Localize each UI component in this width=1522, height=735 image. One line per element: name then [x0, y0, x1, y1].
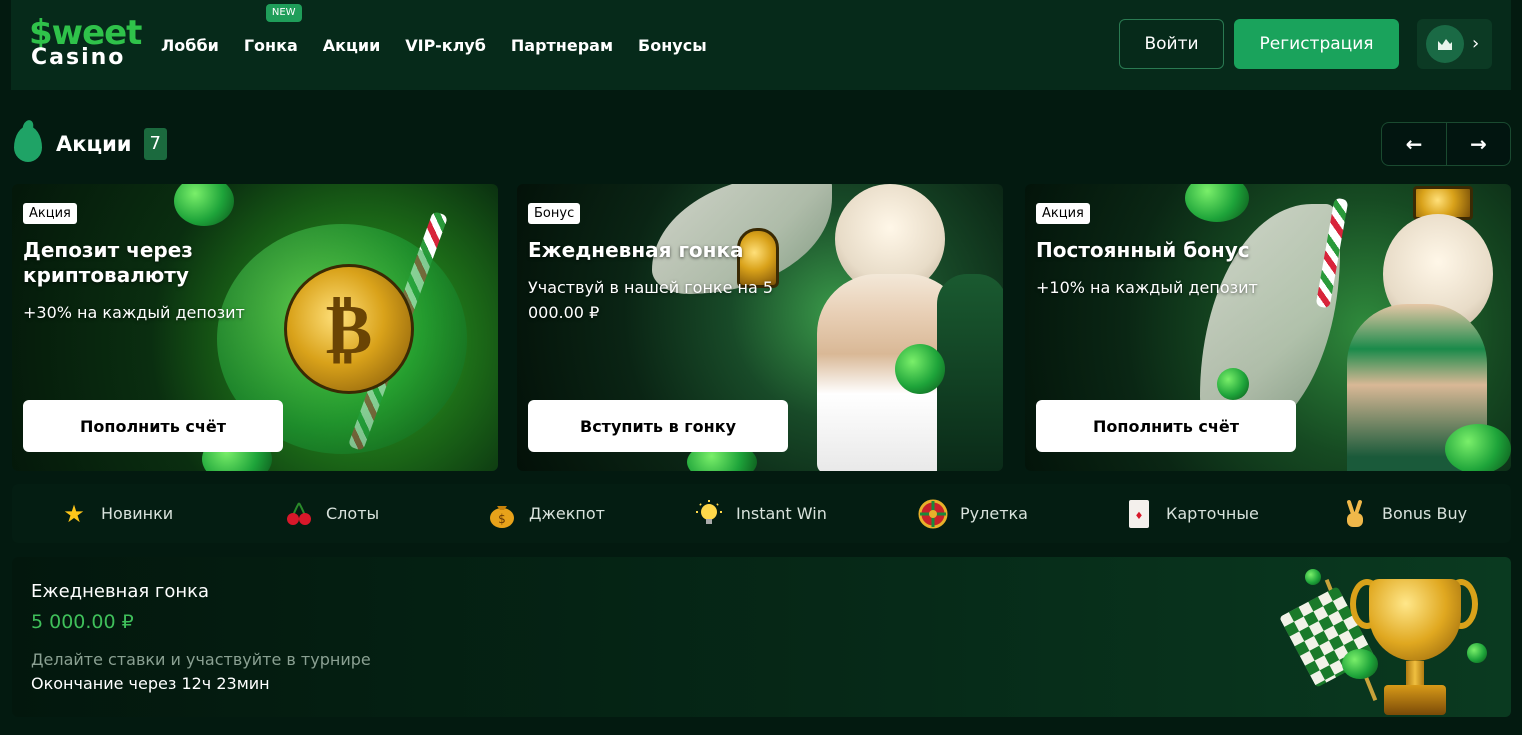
- lightbulb-icon: [694, 499, 724, 529]
- promo-description: Участвуй в нашей гонке на 5 000.00 ₽: [528, 278, 774, 322]
- playing-card-icon: ♦: [1124, 499, 1154, 529]
- chevron-right-icon: ›: [1472, 33, 1480, 54]
- category-label: Джекпот: [529, 504, 605, 523]
- category-bonus-buy[interactable]: Bonus Buy: [1340, 484, 1467, 543]
- promo-description: +10% на каждый депозит: [1036, 278, 1258, 297]
- category-new[interactable]: ★ Новинки: [59, 484, 173, 543]
- chart-icon: [1426, 25, 1464, 63]
- prev-arrow-button[interactable]: ←: [1382, 123, 1446, 165]
- trophy-icon: [1369, 579, 1461, 661]
- nav-lobby[interactable]: Лобби: [161, 36, 219, 55]
- game-categories-bar: ★ Новинки Слоты $ Джекпот Instant Win Ру…: [12, 484, 1511, 543]
- nav-partners[interactable]: Партнерам: [511, 36, 613, 55]
- category-card-games[interactable]: ♦ Карточные: [1124, 484, 1259, 543]
- carousel-controls: ← →: [1381, 122, 1511, 166]
- site-header: $weet Casino Лобби NEW Гонка Акции VIP-к…: [11, 0, 1511, 90]
- promo-title: Ежедневная гонка: [528, 238, 744, 262]
- join-race-button[interactable]: Вступить в гонку: [528, 400, 788, 452]
- nav-bonuses[interactable]: Бонусы: [638, 36, 707, 55]
- victory-hand-icon: [1340, 499, 1370, 529]
- category-label: Новинки: [101, 504, 174, 523]
- new-badge: NEW: [265, 3, 302, 22]
- trophy-stem: [1406, 661, 1424, 687]
- logo[interactable]: $weet Casino: [29, 14, 142, 70]
- ornament-ball-image: [1445, 424, 1511, 471]
- green-robe-image: [937, 274, 1003, 471]
- main-nav: Лобби NEW Гонка Акции VIP-клуб Партнерам…: [161, 0, 732, 90]
- race-title: Ежедневная гонка: [31, 581, 210, 602]
- promo-tag: Акция: [23, 203, 77, 224]
- category-label: Слоты: [326, 504, 380, 523]
- category-instant-win[interactable]: Instant Win: [694, 484, 827, 543]
- race-countdown: Окончание через 12ч 23мин: [31, 674, 270, 693]
- green-chip-image: [1467, 643, 1487, 663]
- promo-card-daily-race[interactable]: Бонус Ежедневная гонка Участвуй в нашей …: [517, 184, 1003, 471]
- race-subtitle: Делайте ставки и участвуйте в турнире: [31, 650, 371, 669]
- nav-vip-club[interactable]: VIP-клуб: [405, 36, 486, 55]
- money-bag-icon: $: [487, 499, 517, 529]
- login-button[interactable]: Войти: [1119, 19, 1224, 69]
- promo-title: Постоянный бонус: [1036, 238, 1250, 262]
- promo-tag: Акция: [1036, 203, 1090, 224]
- green-chip-image: [1185, 184, 1249, 222]
- category-label: Рулетка: [960, 504, 1028, 523]
- trophy-base: [1384, 685, 1446, 715]
- register-button[interactable]: Регистрация: [1234, 19, 1399, 69]
- svg-text:♦: ♦: [1135, 511, 1144, 522]
- race-prize-amount: 5 000.00 ₽: [31, 611, 134, 633]
- logo-casino: Casino: [31, 45, 126, 70]
- green-chip-image: [1342, 649, 1378, 679]
- ornament-ball-image: [174, 184, 234, 226]
- deposit-button[interactable]: Пополнить счёт: [1036, 400, 1296, 452]
- category-roulette[interactable]: Рулетка: [918, 484, 1028, 543]
- deposit-button[interactable]: Пополнить счёт: [23, 400, 283, 452]
- roulette-icon: [918, 499, 948, 529]
- category-jackpot[interactable]: $ Джекпот: [487, 484, 605, 543]
- star-icon: ★: [63, 499, 85, 528]
- promo-title: Депозит через криптовалюту: [23, 238, 193, 287]
- nav-race[interactable]: NEW Гонка: [243, 3, 302, 55]
- promotions-count-badge: 7: [143, 128, 167, 160]
- cherries-icon: [284, 499, 314, 529]
- green-chip-image: [1305, 569, 1321, 585]
- promo-description: +30% на каждый депозит: [23, 303, 245, 322]
- next-arrow-button[interactable]: →: [1446, 123, 1510, 165]
- user-menu-toggle[interactable]: ›: [1417, 19, 1492, 69]
- nav-promotions[interactable]: Акции: [323, 36, 381, 55]
- flame-icon: [14, 126, 42, 162]
- promo-tag: Бонус: [528, 203, 581, 224]
- promo-card-crypto[interactable]: ₿ Акция Депозит через криптовалюту +30% …: [12, 184, 498, 471]
- promotions-heading: Акции 7: [14, 124, 167, 164]
- category-label: Instant Win: [736, 504, 827, 523]
- promo-card-permanent-bonus[interactable]: Акция Постоянный бонус +10% на каждый де…: [1025, 184, 1511, 471]
- ornament-ball-image: [1217, 368, 1249, 400]
- category-label: Bonus Buy: [1382, 504, 1468, 523]
- daily-race-banner[interactable]: Ежедневная гонка 5 000.00 ₽ Делайте став…: [12, 557, 1511, 717]
- svg-text:$: $: [498, 512, 506, 526]
- section-title: Акции: [56, 132, 132, 156]
- green-chip-image: [895, 344, 945, 394]
- nav-race-label: Гонка: [243, 35, 298, 55]
- category-slots[interactable]: Слоты: [284, 484, 379, 543]
- category-label: Карточные: [1166, 504, 1259, 523]
